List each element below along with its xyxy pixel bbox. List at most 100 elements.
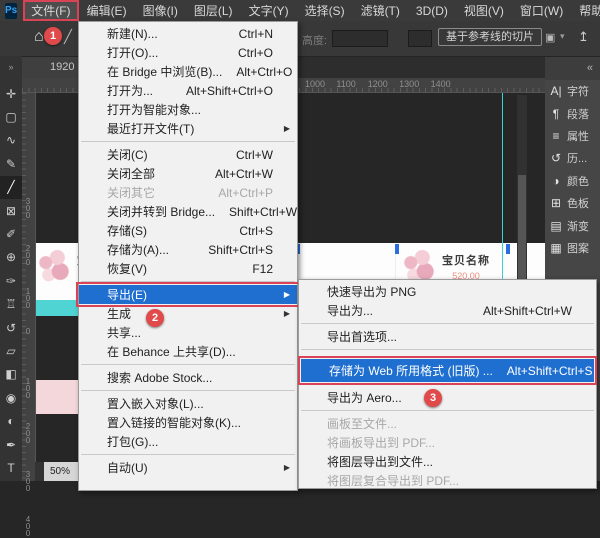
menu-item-artboards-to-files[interactable]: 画板至文件... ▶ bbox=[299, 414, 596, 433]
menu-separator bbox=[299, 320, 596, 327]
menu-item-close-all[interactable]: 关闭全部 Alt+Ctrl+W ▶ bbox=[79, 164, 297, 183]
slice-badge bbox=[395, 244, 399, 254]
chevron-down-icon[interactable]: ▾ bbox=[560, 31, 565, 42]
panel-tab-label: 色板 bbox=[567, 195, 589, 211]
宝贝名称: 宝贝名称 520.00 bbox=[400, 249, 510, 283]
panel-tab-gradients[interactable]: ▤ 渐变 bbox=[545, 214, 600, 236]
panel-tab-label: 历... bbox=[567, 150, 587, 166]
menu-item-place-embedded[interactable]: 置入嵌入对象(L)... ▶ bbox=[79, 394, 297, 413]
share-export-icon[interactable]: ↥ bbox=[578, 29, 589, 45]
ruler-label: 1000 bbox=[305, 78, 336, 92]
gradient-tool[interactable]: ◧ bbox=[0, 363, 22, 386]
flower-image bbox=[35, 249, 71, 283]
menu-item-share[interactable]: 共享... ▶ bbox=[79, 323, 297, 342]
submenu-arrow-icon: ▶ bbox=[284, 309, 290, 318]
dodge-tool[interactable]: ◐ bbox=[0, 409, 22, 432]
eraser-tool[interactable]: ▱ bbox=[0, 339, 22, 362]
menu-item-save-for-web-legacy[interactable]: 存储为 Web 所用格式 (旧版) ... Alt+Shift+Ctrl+S ▶ bbox=[301, 359, 594, 382]
panel-tab-history[interactable]: ↺ 历... bbox=[545, 147, 600, 169]
panel-tab-icon: ¶ bbox=[545, 107, 567, 121]
slices-from-guides-button[interactable]: 基于参考线的切片 bbox=[438, 28, 542, 46]
spot-healing-brush-tool[interactable]: ⊕ bbox=[0, 246, 22, 269]
menu-item-search-adobe-stock[interactable]: 搜索 Adobe Stock... ▶ bbox=[79, 368, 297, 387]
menu-item-open-as-smart-object[interactable]: 打开为智能对象... ▶ bbox=[79, 100, 297, 119]
menu-item-new[interactable]: 新建(N)... Ctrl+N ▶ bbox=[79, 24, 297, 43]
move-tool[interactable]: ✛ bbox=[0, 82, 22, 105]
menubar-3d[interactable]: 3D(D) bbox=[408, 0, 456, 21]
menu-item-generate[interactable]: 生成 ▶ bbox=[79, 304, 297, 323]
panel-collapse-icon[interactable]: « bbox=[545, 56, 600, 80]
panel-tab-color[interactable]: ◑ 颜色 bbox=[545, 170, 600, 192]
slice-options-icon[interactable]: ▣ bbox=[545, 31, 555, 44]
panel-tab-patterns[interactable]: ▦ 图案 bbox=[545, 237, 600, 259]
rectangular-marquee-tool[interactable]: ▢ bbox=[0, 105, 22, 128]
menubar-type[interactable]: 文字(Y) bbox=[241, 0, 297, 21]
menu-item-open-as[interactable]: 打开为... Alt+Shift+Ctrl+O ▶ bbox=[79, 81, 297, 100]
quick-selection-tool[interactable]: ✎ bbox=[0, 152, 22, 175]
type-tool[interactable]: T bbox=[0, 456, 22, 479]
menubar-filter[interactable]: 滤镜(T) bbox=[353, 0, 408, 21]
slice-badge bbox=[506, 244, 510, 254]
menu-item-export-for-aero[interactable]: 导出为 Aero... ▶ bbox=[299, 388, 596, 407]
panel-tab-label: 字符 bbox=[567, 83, 589, 99]
panel-tab-character[interactable]: A| 字符 bbox=[545, 80, 600, 102]
menu-item-artboards-to-pdf[interactable]: 将画板导出到 PDF... ▶ bbox=[299, 433, 596, 452]
menu-item-open-recent[interactable]: 最近打开文件(T) ▶ bbox=[79, 119, 297, 138]
height-input[interactable] bbox=[332, 30, 388, 47]
panel-tab-paragraph[interactable]: ¶ 段落 bbox=[545, 102, 600, 124]
pen-tool[interactable]: ✒ bbox=[0, 433, 22, 456]
menubar-file[interactable]: 文件(F) bbox=[23, 0, 78, 21]
menubar-window[interactable]: 窗口(W) bbox=[512, 0, 571, 21]
ruler-label: 200 bbox=[24, 245, 32, 266]
menu-item-open[interactable]: 打开(O)... Ctrl+O ▶ bbox=[79, 43, 297, 62]
history-brush-tool[interactable]: ↺ bbox=[0, 316, 22, 339]
menu-item-export-as[interactable]: 导出为... Alt+Shift+Ctrl+W ▶ bbox=[299, 301, 596, 320]
menubar-select[interactable]: 选择(S) bbox=[297, 0, 353, 21]
panel-tab-icon: ▦ bbox=[545, 241, 567, 255]
clone-stamp-tool[interactable]: ♖ bbox=[0, 293, 22, 316]
slice-tool[interactable]: ╱ bbox=[0, 176, 22, 199]
menu-item-save-as[interactable]: 存储为(A)... Shift+Ctrl+S ▶ bbox=[79, 240, 297, 259]
menu-item-revert[interactable]: 恢复(V) F12 ▶ bbox=[79, 259, 297, 278]
menubar-layer[interactable]: 图层(L) bbox=[186, 0, 241, 21]
vertical-ruler: 3002001000100200300400 bbox=[22, 93, 36, 481]
panel-tab-icon: A| bbox=[545, 84, 567, 98]
flower-image bbox=[400, 249, 436, 283]
menubar-view[interactable]: 视图(V) bbox=[456, 0, 512, 21]
menu-item-place-linked[interactable]: 置入链接的智能对象(K)... ▶ bbox=[79, 413, 297, 432]
ruler-label: 300 bbox=[24, 198, 32, 219]
frame-tool[interactable]: ⊠ bbox=[0, 199, 22, 222]
menu-item-close-and-go-to-bridge[interactable]: 关闭并转到 Bridge... Shift+Ctrl+W ▶ bbox=[79, 202, 297, 221]
menu-separator bbox=[79, 361, 297, 368]
menubar-image[interactable]: 图像(I) bbox=[135, 0, 186, 21]
menu-item-browse-in-bridge[interactable]: 在 Bridge 中浏览(B)... Alt+Ctrl+O ▶ bbox=[79, 62, 297, 81]
panel-tab-properties[interactable]: ≡ 属性 bbox=[545, 125, 600, 147]
ruler-label: 400 bbox=[24, 516, 32, 537]
panel-tab-icon: ↺ bbox=[545, 151, 567, 165]
menu-item-share-on-behance[interactable]: 在 Behance 上共享(D)... ▶ bbox=[79, 342, 297, 361]
menu-item-close[interactable]: 关闭(C) Ctrl+W ▶ bbox=[79, 145, 297, 164]
menubar-edit[interactable]: 编辑(E) bbox=[79, 0, 135, 21]
menubar-help[interactable]: 帮助 bbox=[571, 0, 600, 21]
menu-item-automate[interactable]: 自动(U) ▶ bbox=[79, 458, 297, 477]
ruler-label: 100 bbox=[24, 288, 32, 309]
menu-item-package[interactable]: 打包(G)... ▶ bbox=[79, 432, 297, 451]
menu-item-export[interactable]: 导出(E) ▶ bbox=[79, 285, 297, 304]
blur-tool[interactable]: ◉ bbox=[0, 386, 22, 409]
lasso-tool[interactable]: ∿ bbox=[0, 129, 22, 152]
annotation-step-1: 1 bbox=[44, 27, 62, 45]
ruler-label: 200 bbox=[24, 423, 32, 444]
menu-item-save[interactable]: 存储(S) Ctrl+S ▶ bbox=[79, 221, 297, 240]
eyedropper-tool[interactable]: ✐ bbox=[0, 222, 22, 245]
menu-item-close-others[interactable]: 关闭其它 Alt+Ctrl+P ▶ bbox=[79, 183, 297, 202]
options-small-field[interactable] bbox=[408, 30, 432, 47]
menu-item-quick-export-as-png[interactable]: 快速导出为 PNG ▶ bbox=[299, 282, 596, 301]
home-icon[interactable]: ⌂ bbox=[34, 28, 44, 46]
ruler-label: 100 bbox=[24, 378, 32, 399]
brush-tool[interactable]: ✑ bbox=[0, 269, 22, 292]
toolbox: » ✛▢∿✎╱⊠✐⊕✑♖↺▱◧◉◐✒T bbox=[0, 56, 22, 481]
toolbox-collapse-icon[interactable]: » bbox=[0, 56, 22, 82]
menu-item-layers-to-files[interactable]: 将图层导出到文件... ▶ bbox=[299, 452, 596, 471]
menu-item-export-preferences[interactable]: 导出首选项... ▶ bbox=[299, 327, 596, 346]
panel-tab-swatches[interactable]: ⊞ 色板 bbox=[545, 192, 600, 214]
